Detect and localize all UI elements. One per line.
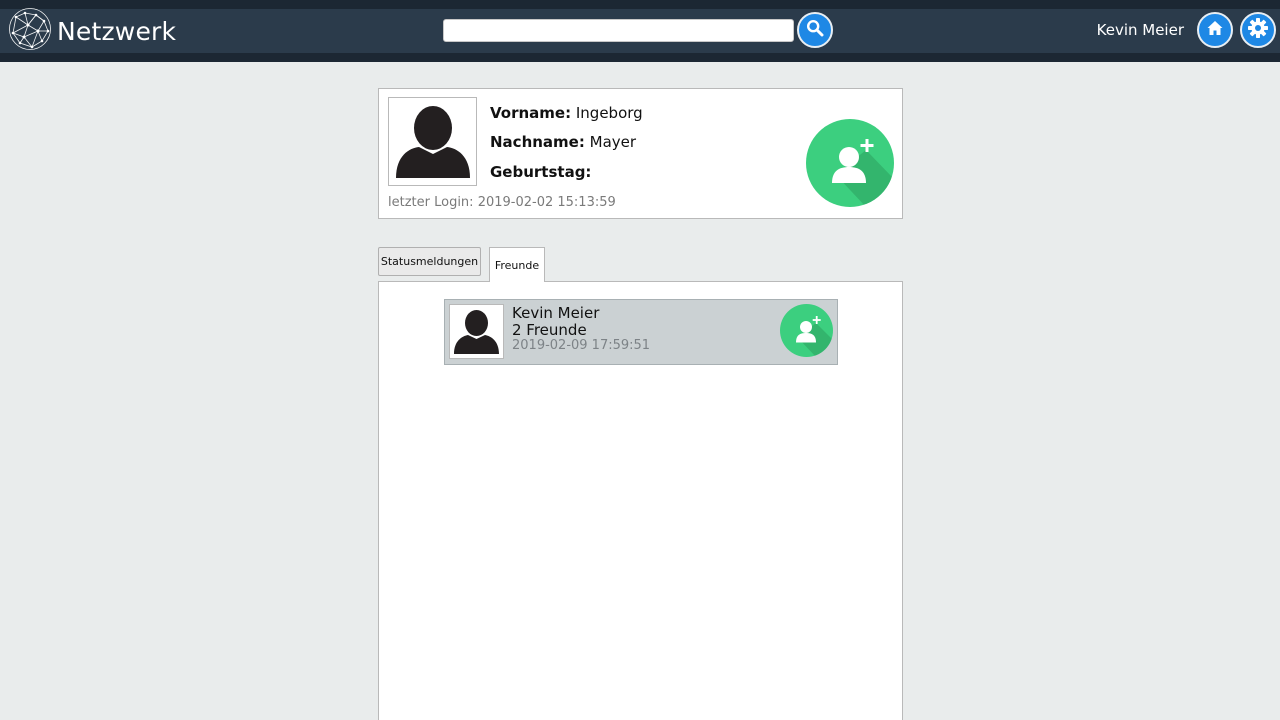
profile-avatar [388, 97, 477, 186]
search-icon [806, 19, 824, 41]
friends-panel: Kevin Meier 2 Freunde 2019-02-09 17:59:5… [378, 281, 903, 720]
birthday-field: Geburtstag: [490, 163, 591, 181]
add-user-icon [806, 139, 894, 207]
last-login: letzter Login: 2019-02-02 15:13:59 [388, 195, 616, 210]
first-name-value: Ingeborg [575, 104, 643, 122]
settings-button[interactable] [1240, 12, 1276, 48]
friend-timestamp: 2019-02-09 17:59:51 [512, 338, 651, 353]
home-icon [1206, 19, 1224, 41]
network-globe-icon [8, 7, 52, 55]
header-top-stripe [0, 0, 1280, 9]
tab-freunde[interactable]: Freunde [489, 247, 545, 282]
add-friend-button[interactable] [806, 119, 894, 207]
add-user-icon [780, 316, 833, 357]
person-silhouette-icon [389, 106, 476, 185]
birthday-label: Geburtstag: [490, 163, 592, 181]
tab-statusmeldungen[interactable]: Statusmeldungen [378, 247, 481, 276]
profile-card: Vorname: Ingeborg Nachname: Mayer Geburt… [378, 88, 903, 219]
last-name-label: Nachname: [490, 133, 585, 151]
header-bottom-stripe [0, 53, 1280, 62]
search-button[interactable] [797, 12, 833, 48]
friend-avatar [449, 304, 504, 359]
logo[interactable]: Netzwerk [8, 7, 177, 55]
gear-icon [1247, 17, 1269, 43]
last-name-field: Nachname: Mayer [490, 133, 636, 151]
list-item[interactable]: Kevin Meier 2 Freunde 2019-02-09 17:59:5… [444, 299, 838, 365]
last-name-value: Mayer [589, 133, 637, 151]
last-login-value: 2019-02-02 15:13:59 [477, 195, 616, 210]
add-friend-button-small[interactable] [780, 304, 833, 357]
friend-name[interactable]: Kevin Meier [512, 304, 599, 322]
person-silhouette-icon [450, 310, 503, 358]
top-navigation-bar: Netzwerk Kevin Meier [0, 0, 1280, 62]
friend-count: 2 Freunde [512, 321, 587, 339]
first-name-field: Vorname: Ingeborg [490, 104, 643, 122]
last-login-label: letzter Login: [388, 195, 474, 210]
current-user-name[interactable]: Kevin Meier [1060, 21, 1184, 39]
search-input[interactable] [443, 19, 794, 42]
first-name-label: Vorname: [490, 104, 572, 122]
home-button[interactable] [1197, 12, 1233, 48]
logo-text: Netzwerk [57, 16, 177, 46]
